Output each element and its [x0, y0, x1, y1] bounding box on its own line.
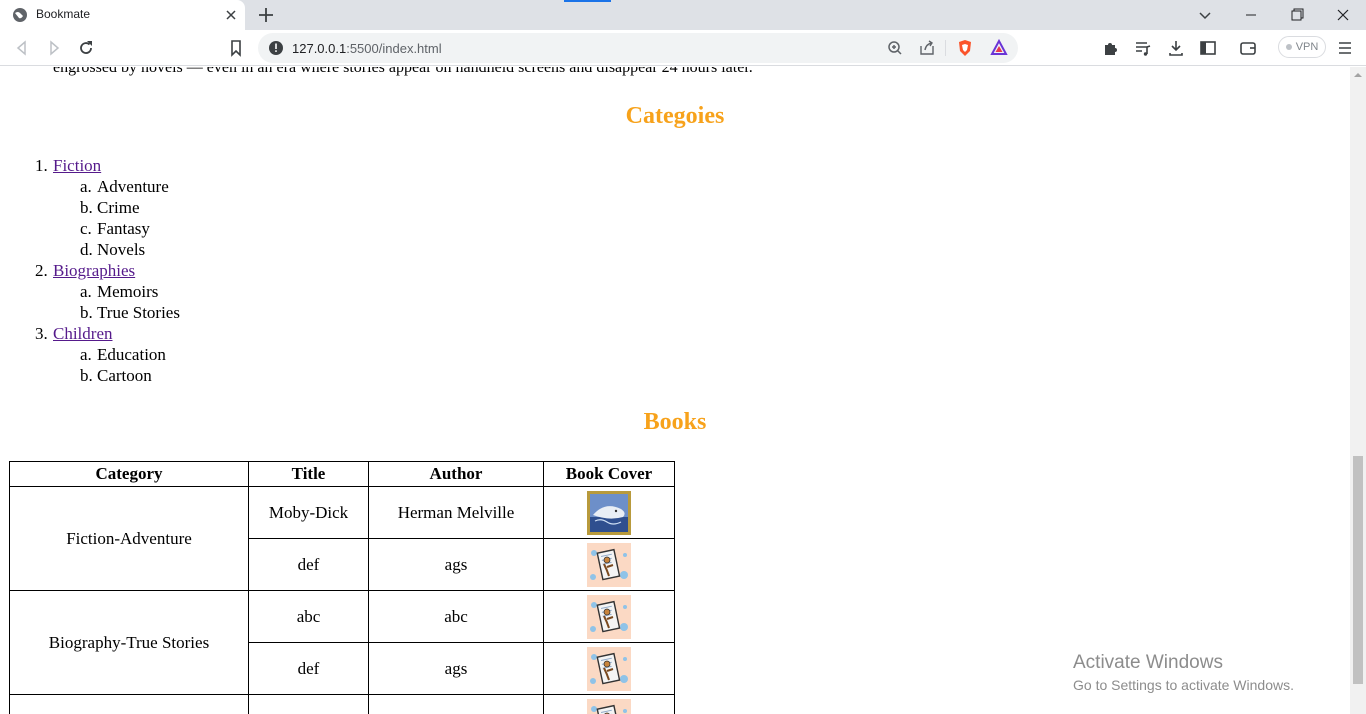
author-cell: Herman Melville: [368, 486, 544, 539]
subcategory-label: Novels: [97, 240, 146, 259]
category-link[interactable]: Fiction: [53, 155, 101, 176]
playlist-icon[interactable]: [1133, 38, 1153, 58]
title-cell: Moby-Dick: [248, 486, 369, 539]
share-icon[interactable]: [917, 38, 937, 58]
extensions-icon[interactable]: [1101, 38, 1121, 58]
restore-icon[interactable]: [1274, 0, 1320, 30]
header-category: Category: [9, 461, 249, 487]
header-author: Author: [368, 461, 544, 487]
back-icon[interactable]: [12, 38, 32, 58]
brave-rewards-icon[interactable]: [989, 38, 1009, 58]
category-cell: Biography-True Stories: [9, 590, 249, 695]
title-cell: [248, 694, 369, 714]
author-cell: ags: [368, 538, 544, 591]
subcategory-letter: c.: [80, 219, 92, 238]
subcategory-letter: d.: [80, 240, 93, 259]
book-cover-cell: [543, 538, 675, 591]
scroll-up-arrow-icon[interactable]: [1354, 71, 1362, 79]
intro-paragraph: engrossed by novels — even in an era whe…: [53, 67, 753, 76]
header-book-cover: Book Cover: [543, 461, 675, 487]
forward-icon[interactable]: [44, 38, 64, 58]
browser-tab[interactable]: Bookmate: [0, 0, 245, 30]
vpn-status-icon: [1285, 44, 1292, 50]
placeholder-cover-image: [587, 594, 631, 639]
placeholder-cover-image: [587, 698, 631, 714]
placeholder-cover-image: [587, 542, 631, 587]
subcategory-label: Fantasy: [97, 219, 150, 238]
close-tab-icon[interactable]: [222, 6, 240, 24]
category-number: 3.: [35, 324, 48, 343]
window-close-icon[interactable]: [1320, 0, 1366, 30]
watermark-title: Activate Windows: [1073, 652, 1223, 673]
moby-dick-cover-image: [587, 490, 631, 535]
subcategory-label: Crime: [97, 198, 140, 217]
vpn-button[interactable]: VPN: [1278, 36, 1326, 58]
table-row: Biography-True Stories abc abc: [9, 590, 675, 695]
address-bar[interactable]: 127.0.0.1:5500/index.html: [258, 33, 1018, 63]
book-cover-cell: [543, 694, 675, 714]
category-link[interactable]: Biographies: [53, 260, 135, 281]
book-cover-cell: [543, 590, 675, 643]
activate-windows-watermark: Activate Windows Go to Settings to activ…: [1073, 651, 1294, 695]
table-row: Fiction-Adventure Moby-Dick Herman Melvill…: [9, 486, 675, 591]
omnibox-divider: [945, 40, 946, 56]
author-cell: [368, 694, 544, 714]
new-tab-icon[interactable]: [256, 5, 276, 25]
subcategory-letter: a.: [80, 345, 92, 364]
browser-toolbar: 127.0.0.1:5500/index.html VPN: [0, 30, 1366, 66]
placeholder-cover-image: [587, 646, 631, 691]
subcategory-letter: b.: [80, 366, 93, 385]
scrollbar-thumb[interactable]: [1353, 456, 1363, 684]
vpn-label: VPN: [1295, 41, 1319, 53]
title-cell: def: [248, 642, 369, 695]
subcategory-label: Education: [97, 345, 166, 364]
category-number: 2.: [35, 261, 48, 280]
globe-icon: [13, 8, 27, 22]
categories-heading: Categoies: [625, 103, 725, 129]
chevron-down-icon[interactable]: [1196, 6, 1214, 24]
subcategory-letter: b.: [80, 303, 93, 322]
brave-shields-icon[interactable]: [955, 38, 975, 58]
title-cell: def: [248, 538, 369, 591]
zoom-icon[interactable]: [885, 38, 905, 58]
book-cover-cell: [543, 642, 675, 695]
url-text[interactable]: 127.0.0.1:5500/index.html: [292, 41, 442, 56]
sidebar-icon[interactable]: [1198, 38, 1218, 58]
title-cell: abc: [248, 590, 369, 643]
download-icon[interactable]: [1166, 38, 1186, 58]
watermark-subtitle: Go to Settings to activate Windows.: [1073, 677, 1294, 693]
reload-icon[interactable]: [76, 38, 96, 58]
subcategory-letter: a.: [80, 177, 92, 196]
info-icon[interactable]: [266, 38, 286, 58]
menu-icon[interactable]: [1335, 38, 1355, 58]
tab-strip: Bookmate: [0, 0, 1366, 30]
books-heading: Books: [643, 409, 707, 435]
category-cell: Fiction-Adventure: [9, 486, 249, 591]
category-link[interactable]: Children: [53, 323, 113, 344]
subcategory-letter: a.: [80, 282, 92, 301]
bookmark-icon[interactable]: [226, 38, 246, 58]
book-cover-cell: [543, 486, 675, 539]
books-table-body: Fiction-Adventure Moby-Dick Herman Melvill…: [9, 486, 675, 714]
books-table: Category Title Author Book Cover Fiction…: [9, 461, 675, 714]
tab-drag-indicator: [564, 0, 611, 2]
tab-title: Bookmate: [36, 7, 91, 21]
subcategory-label: True Stories: [97, 303, 180, 322]
subcategory-label: Adventure: [97, 177, 169, 196]
page-viewport: engrossed by novels — even in an era whe…: [0, 67, 1366, 714]
author-cell: ags: [368, 642, 544, 695]
header-title: Title: [248, 461, 369, 487]
author-cell: abc: [368, 590, 544, 643]
wallet-icon[interactable]: [1238, 38, 1258, 58]
category-cell: [9, 694, 249, 714]
category-number: 1.: [35, 156, 48, 175]
table-row: [9, 694, 675, 714]
subcategory-letter: b.: [80, 198, 93, 217]
page-scrollbar[interactable]: [1350, 67, 1366, 714]
subcategory-label: Memoirs: [97, 282, 159, 301]
subcategory-label: Cartoon: [97, 366, 152, 385]
table-header-row: Category Title Author Book Cover: [9, 461, 675, 487]
minimize-icon[interactable]: [1228, 0, 1274, 30]
